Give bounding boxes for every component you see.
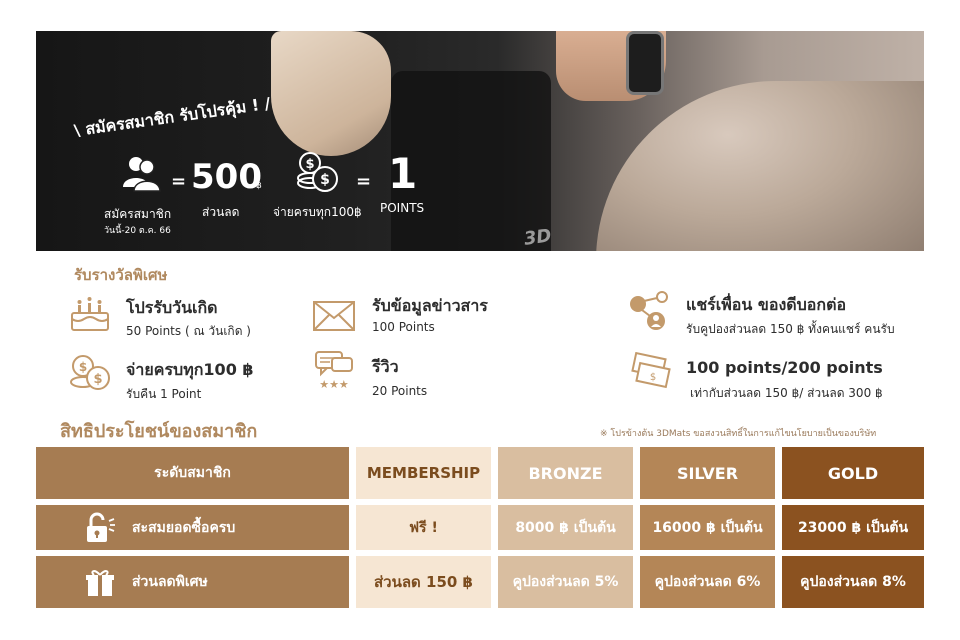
coins-icon: $ $ xyxy=(297,152,338,192)
unlock-icon xyxy=(87,512,115,542)
header-bronze: BRONZE xyxy=(498,447,633,499)
svg-text:$: $ xyxy=(93,372,102,387)
shoe-image xyxy=(271,31,391,156)
cell-silver-spend: 16000 ฿ เป็นต้น xyxy=(640,505,775,550)
member-subcaption: วันนี้-20 ต.ค. 66 xyxy=(104,226,171,236)
review-icon: ★★★ xyxy=(315,351,353,390)
reward-desc-share: รับคูปองส่วนลด 150 ฿ ทั้งคนแชร์ คนรับ xyxy=(686,322,895,336)
header-gold: GOLD xyxy=(782,447,924,499)
svg-text:$: $ xyxy=(305,157,314,172)
reward-desc-review: 20 Points xyxy=(372,384,428,398)
equals-sign-2: = xyxy=(356,171,372,192)
row-label-discount: ส่วนลดพิเศษ xyxy=(36,556,349,608)
points-caption: POINTS xyxy=(380,201,425,215)
mail-icon xyxy=(313,301,355,331)
promo-headline: \ สมัครสมาชิก รับโปรคุ้ม ! / xyxy=(72,93,272,141)
header-membership: MEMBERSHIP xyxy=(356,447,491,499)
cell-bronze-discount: คูปองส่วนลด 5% xyxy=(498,556,633,608)
cell-silver-discount: คูปองส่วนลด 6% xyxy=(640,556,775,608)
reward-desc-spend: รับคืน 1 Point xyxy=(126,387,202,401)
cell-membership-discount: ส่วนลด 150 ฿ xyxy=(356,556,491,608)
reward-title-share: แชร์เพื่อน ของดีบอกต่อ xyxy=(686,295,847,314)
reward-title-points: 100 points/200 points xyxy=(686,358,883,377)
benefits-title: สิทธิประโยชน์ของสมาชิก xyxy=(60,421,258,442)
gift-icon xyxy=(86,570,114,596)
cash-icon: $ xyxy=(631,352,671,389)
reward-title-news: รับข้อมูลข่าวสาร xyxy=(372,296,488,315)
rewards-title: รับรางวัลพิเศษ xyxy=(74,266,168,284)
member-icon xyxy=(123,157,161,192)
watch-image xyxy=(626,31,664,95)
coin-icon: $ $ xyxy=(70,355,110,390)
svg-text:$: $ xyxy=(320,172,330,188)
svg-text:★★★: ★★★ xyxy=(319,378,349,390)
cell-membership-spend: ฟรี ! xyxy=(356,505,491,550)
discount-caption: ส่วนลด xyxy=(202,205,240,219)
mat-logo: 3D xyxy=(522,225,553,250)
reward-desc-points: เท่ากับส่วนลด 150 ฿/ ส่วนลด 300 ฿ xyxy=(690,386,883,400)
header-tier: ระดับสมาชิก xyxy=(36,447,349,499)
row-label-text: ส่วนลดพิเศษ xyxy=(132,574,208,590)
spend-caption: จ่ายครบทุก100฿ xyxy=(273,205,362,219)
member-caption: สมัครสมาชิก xyxy=(104,207,172,221)
disclaimer-note: ※ โปรข้างต้น 3DMats ขอสงวนสิทธิ์ในการแก้… xyxy=(600,429,877,439)
row-label-text: สะสมยอดซื้อครบ xyxy=(132,519,236,536)
share-icon xyxy=(630,291,668,330)
hero-banner: 3D \ สมัครสมาชิก รับโปรคุ้ม ! / = 500 ฿ … xyxy=(36,31,924,251)
reward-desc-birthday: 50 Points ( ณ วันเกิด ) xyxy=(126,324,251,338)
reward-title-birthday: โปรรับวันเกิด xyxy=(126,298,218,317)
cell-gold-spend: 23000 ฿ เป็นต้น xyxy=(782,505,924,550)
header-silver: SILVER xyxy=(640,447,775,499)
svg-text:$: $ xyxy=(650,372,656,383)
reward-title-review: รีวิว xyxy=(372,357,399,376)
cake-icon xyxy=(71,297,109,331)
reward-title-spend: จ่ายครบทุก100 ฿ xyxy=(126,360,254,379)
amount-unit: ฿ xyxy=(256,181,262,191)
suit-image xyxy=(596,81,924,251)
row-label-spend: สะสมยอดซื้อครบ xyxy=(36,505,349,550)
cell-gold-discount: คูปองส่วนลด 8% xyxy=(782,556,924,608)
amount-value: 500 xyxy=(191,157,262,197)
cell-bronze-spend: 8000 ฿ เป็นต้น xyxy=(498,505,633,550)
reward-desc-news: 100 Points xyxy=(372,320,435,334)
svg-text:$: $ xyxy=(79,360,87,374)
equals-sign: = xyxy=(171,171,187,192)
points-value: 1 xyxy=(388,149,418,198)
